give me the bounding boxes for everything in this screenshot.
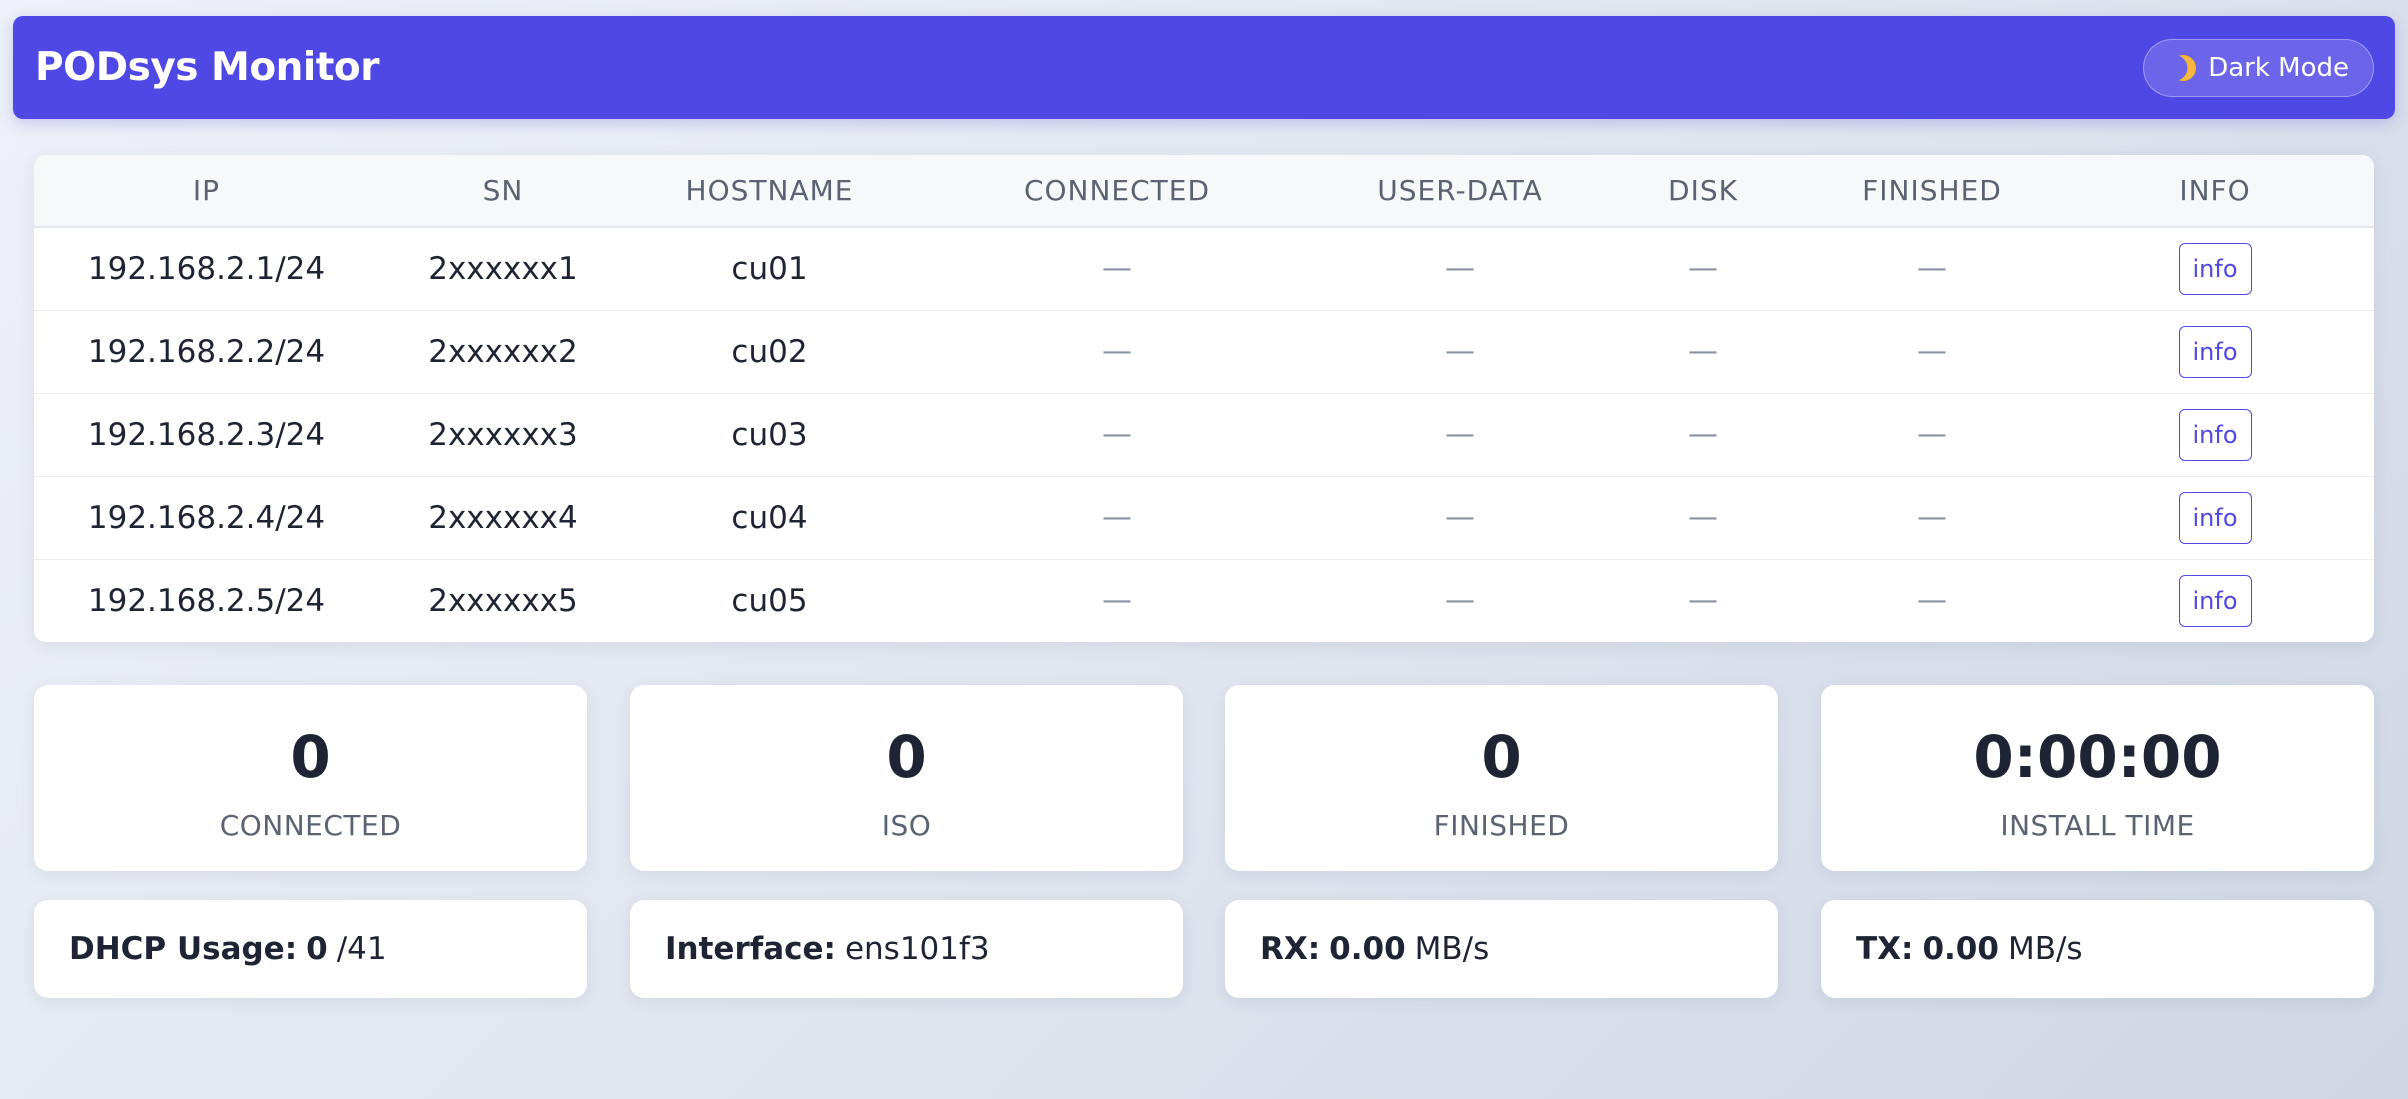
cell-connected: — <box>1102 417 1132 452</box>
info-button[interactable]: info <box>2178 325 2252 378</box>
cell-ip: 192.168.2.4/24 <box>87 499 326 536</box>
column-header-sn[interactable]: SN <box>379 155 627 227</box>
cell-sn: 2xxxxxx1 <box>428 250 578 287</box>
cell-info: info <box>2056 393 2374 476</box>
cell-user-data: — <box>1445 251 1475 287</box>
dhcp-usage-card: DHCP Usage: 0/41 <box>34 900 587 998</box>
table-row: 192.168.2.4/24 2xxxxxx4 cu04 — — — — inf… <box>34 476 2374 559</box>
dhcp-usage-value: 0 <box>306 931 328 967</box>
cell-hostname: cu02 <box>731 333 808 370</box>
dark-mode-toggle-button[interactable]: Dark Mode <box>2143 38 2374 97</box>
cell-info: info <box>2056 227 2374 310</box>
table-row: 192.168.2.1/24 2xxxxxx1 cu01 — — — — inf… <box>34 227 2374 310</box>
column-header-hostname[interactable]: HOSTNAME <box>627 155 912 227</box>
tx-value: 0.00 <box>1922 931 1999 967</box>
dhcp-usage-label: DHCP Usage: <box>69 931 298 967</box>
cell-user-data: — <box>1445 500 1475 535</box>
info-button[interactable]: info <box>2178 574 2252 627</box>
tx-rate-card: TX: 0.00 MB/s <box>1821 900 2374 998</box>
cell-user-data: — <box>1445 583 1475 619</box>
cell-disk: — <box>1688 500 1718 535</box>
cell-connected: — <box>1102 334 1132 369</box>
cell-finished: — <box>1917 500 1947 535</box>
interface-value: ens101f3 <box>844 931 990 967</box>
cell-ip: 192.168.2.3/24 <box>87 416 326 453</box>
nodes-table: IP SN HOSTNAME CONNECTED USER-DATA DISK … <box>34 155 2374 642</box>
stat-value: 0 <box>886 723 927 791</box>
stat-card-finished: 0 FINISHED <box>1225 685 1778 871</box>
stat-card-install-time: 0:00:00 INSTALL TIME <box>1821 685 2374 871</box>
cell-disk: — <box>1688 251 1718 287</box>
cell-info: info <box>2056 310 2374 393</box>
stat-card-iso: 0 ISO <box>630 685 1183 871</box>
table-header-row: IP SN HOSTNAME CONNECTED USER-DATA DISK … <box>34 155 2374 227</box>
table-row: 192.168.2.5/24 2xxxxxx5 cu05 — — — — inf… <box>34 559 2374 642</box>
stat-value: 0 <box>290 723 331 791</box>
cell-hostname: cu04 <box>731 499 808 536</box>
cell-finished: — <box>1917 583 1947 619</box>
cell-info: info <box>2056 476 2374 559</box>
dhcp-usage-total: /41 <box>336 931 387 967</box>
stat-label: FINISHED <box>1433 809 1570 842</box>
stat-label: ISO <box>881 809 932 842</box>
cell-hostname: cu03 <box>731 416 808 453</box>
column-header-user-data[interactable]: USER-DATA <box>1322 155 1598 227</box>
column-header-connected[interactable]: CONNECTED <box>912 155 1322 227</box>
cell-user-data: — <box>1445 417 1475 452</box>
rx-rate-card: RX: 0.00 MB/s <box>1225 900 1778 998</box>
table-row: 192.168.2.2/24 2xxxxxx2 cu02 — — — — inf… <box>34 310 2374 393</box>
table-row: 192.168.2.3/24 2xxxxxx3 cu03 — — — — inf… <box>34 393 2374 476</box>
cell-finished: — <box>1917 251 1947 287</box>
info-button[interactable]: info <box>2178 242 2252 295</box>
info-button[interactable]: info <box>2178 408 2252 461</box>
column-header-disk[interactable]: DISK <box>1598 155 1808 227</box>
cell-connected: — <box>1102 583 1132 619</box>
stat-label: CONNECTED <box>219 809 402 842</box>
column-header-finished[interactable]: FINISHED <box>1808 155 2056 227</box>
cell-ip: 192.168.2.2/24 <box>87 333 326 370</box>
column-header-info: INFO <box>2179 174 2251 207</box>
cell-finished: — <box>1917 334 1947 369</box>
cell-hostname: cu01 <box>731 250 808 287</box>
rx-label: RX: <box>1260 931 1321 967</box>
cell-disk: — <box>1688 417 1718 452</box>
rx-unit: MB/s <box>1414 931 1490 967</box>
stat-value: 0:00:00 <box>1973 723 2222 791</box>
cell-connected: — <box>1102 251 1132 287</box>
cell-info: info <box>2056 559 2374 642</box>
cell-ip: 192.168.2.5/24 <box>87 582 326 619</box>
stat-label: INSTALL TIME <box>2000 809 2195 842</box>
cell-hostname: cu05 <box>731 582 808 619</box>
cell-ip: 192.168.2.1/24 <box>87 250 326 287</box>
info-button[interactable]: info <box>2178 491 2252 544</box>
app-title: PODsys Monitor <box>35 45 379 90</box>
column-header-ip[interactable]: IP <box>34 155 379 227</box>
cell-sn: 2xxxxxx4 <box>428 499 578 536</box>
cell-sn: 2xxxxxx5 <box>428 582 578 619</box>
cell-sn: 2xxxxxx2 <box>428 333 578 370</box>
cell-disk: — <box>1688 334 1718 369</box>
tx-label: TX: <box>1856 931 1914 967</box>
cell-user-data: — <box>1445 334 1475 369</box>
cell-finished: — <box>1917 417 1947 452</box>
cell-sn: 2xxxxxx3 <box>428 416 578 453</box>
cell-disk: — <box>1688 583 1718 619</box>
rx-value: 0.00 <box>1329 931 1406 967</box>
interface-label: Interface: <box>665 931 836 967</box>
app-header: PODsys Monitor Dark Mode <box>13 16 2395 119</box>
stat-card-connected: 0 CONNECTED <box>34 685 587 871</box>
nodes-table-card: IP SN HOSTNAME CONNECTED USER-DATA DISK … <box>34 155 2374 642</box>
stat-value: 0 <box>1481 723 1522 791</box>
cell-connected: — <box>1102 500 1132 535</box>
dark-mode-toggle-label: Dark Mode <box>2208 52 2349 83</box>
tx-unit: MB/s <box>2007 931 2083 967</box>
interface-card: Interface: ens101f3 <box>630 900 1183 998</box>
moon-icon <box>2167 51 2200 84</box>
